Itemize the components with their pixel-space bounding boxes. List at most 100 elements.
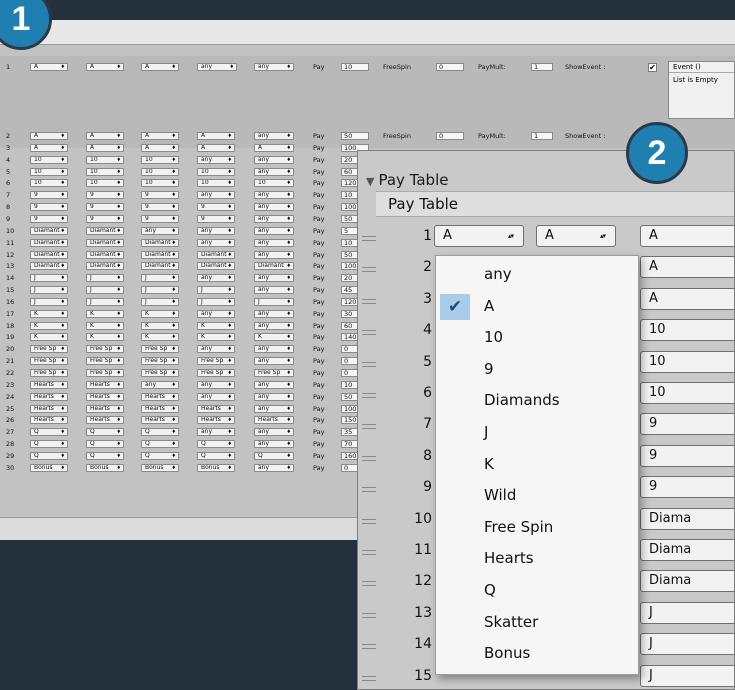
drag-handle-icon[interactable]	[362, 236, 376, 241]
symbol-select[interactable]: any	[197, 392, 235, 401]
symbol-select[interactable]: Free Sp	[254, 369, 294, 377]
symbol-dropdown[interactable]: A	[640, 256, 734, 279]
pay-table-foldout[interactable]: ▼ Pay Table	[366, 171, 448, 189]
symbol-select[interactable]: 9	[141, 191, 179, 200]
symbol-select[interactable]: Diamant	[197, 250, 235, 259]
symbol-select[interactable]: Diamant	[86, 238, 124, 247]
symbol-select[interactable]: any	[254, 404, 294, 413]
symbol-select[interactable]: any	[254, 463, 294, 472]
symbol-select[interactable]: Bonus	[197, 463, 235, 472]
drag-handle-icon[interactable]	[362, 518, 376, 524]
drag-handle-icon[interactable]	[362, 487, 376, 493]
symbol-select[interactable]: any	[197, 226, 235, 235]
symbol-select[interactable]: Diamant	[30, 262, 68, 271]
dropdown-option[interactable]: any	[436, 260, 638, 291]
symbol-select[interactable]: J	[197, 297, 235, 306]
symbol-select[interactable]: Diamant	[30, 250, 68, 259]
drag-handle-icon[interactable]	[362, 550, 376, 555]
symbol-select[interactable]: K	[141, 333, 179, 342]
symbol-select[interactable]: K	[86, 321, 124, 330]
paymult-field[interactable]: 1	[531, 132, 553, 140]
symbol-select[interactable]: K	[30, 309, 68, 318]
symbol-dropdown[interactable]: Diama	[640, 507, 734, 530]
symbol-dropdown[interactable]: A	[536, 225, 616, 247]
symbol-dropdown[interactable]: A	[434, 225, 524, 247]
dropdown-option[interactable]: Hearts	[436, 544, 638, 575]
symbol-select[interactable]: any	[197, 191, 235, 200]
symbol-select[interactable]: 9	[141, 203, 179, 212]
drag-handle-icon[interactable]	[362, 330, 376, 336]
symbol-select[interactable]: Q	[30, 440, 68, 449]
symbol-select[interactable]: any	[197, 63, 237, 71]
symbol-select[interactable]: Q	[141, 428, 179, 437]
symbol-dropdown[interactable]: 9	[640, 444, 734, 467]
freespin-field[interactable]: 0	[436, 132, 464, 140]
symbol-select[interactable]: A	[86, 143, 124, 152]
drag-handle-icon[interactable]	[362, 675, 376, 681]
symbol-select[interactable]: any	[254, 380, 294, 389]
dropdown-option[interactable]: Free Spin	[436, 513, 638, 544]
pay-field[interactable]: 50	[341, 132, 369, 140]
symbol-dropdown[interactable]: 10	[640, 319, 734, 342]
symbol-select[interactable]: any	[254, 155, 294, 164]
drag-handle-icon[interactable]	[362, 612, 376, 618]
symbol-select[interactable]: A	[86, 132, 124, 140]
symbol-select[interactable]: Diamant	[86, 250, 124, 259]
symbol-select[interactable]: any	[254, 274, 294, 283]
symbol-dropdown[interactable]: J	[640, 601, 734, 624]
symbol-select[interactable]: any	[197, 274, 235, 283]
symbol-select[interactable]: 9	[86, 214, 124, 223]
symbol-select[interactable]: Free Sp	[30, 345, 68, 354]
symbol-select[interactable]: Free Sp	[30, 357, 68, 366]
symbol-select[interactable]: Q	[197, 440, 235, 449]
symbol-select[interactable]: Q	[141, 451, 179, 460]
symbol-select[interactable]: Q	[197, 451, 235, 460]
symbol-select[interactable]: 9	[30, 191, 68, 200]
symbol-select[interactable]: 9	[30, 214, 68, 223]
symbol-select[interactable]: K	[86, 333, 124, 342]
symbol-select[interactable]: Q	[86, 428, 124, 437]
symbol-select[interactable]: 10	[30, 155, 68, 164]
symbol-select[interactable]: Diamant	[197, 262, 235, 271]
symbol-select[interactable]: any	[254, 63, 294, 71]
symbol-select[interactable]: A	[141, 143, 179, 152]
symbol-select[interactable]: Free Sp	[86, 345, 124, 354]
symbol-dropdown[interactable]: J	[640, 633, 734, 656]
symbol-select[interactable]: 10	[254, 179, 294, 188]
symbol-select[interactable]: any	[197, 380, 235, 389]
symbol-select[interactable]: J	[141, 297, 179, 306]
symbol-select[interactable]: 9	[141, 214, 179, 223]
symbol-select[interactable]: A	[30, 132, 68, 140]
symbol-select[interactable]: K	[141, 321, 179, 330]
symbol-select[interactable]: any	[254, 392, 294, 401]
symbol-select[interactable]: Diamant	[141, 250, 179, 259]
symbol-select[interactable]: Bonus	[141, 463, 179, 472]
dropdown-option[interactable]: J	[436, 418, 638, 449]
drag-handle-icon[interactable]	[362, 644, 376, 650]
symbol-select[interactable]: any	[254, 357, 294, 366]
symbol-select[interactable]: Free Sp	[30, 369, 68, 377]
symbol-select[interactable]: Hearts	[86, 416, 124, 425]
symbol-select[interactable]: Hearts	[86, 380, 124, 389]
symbol-select[interactable]: any	[254, 309, 294, 318]
symbol-select[interactable]: Hearts	[30, 380, 68, 389]
symbol-select[interactable]: J	[254, 297, 294, 306]
symbol-select[interactable]: Diamant	[254, 262, 294, 271]
dropdown-option[interactable]: 9	[436, 355, 638, 386]
symbol-select[interactable]: A	[197, 132, 235, 140]
dropdown-option[interactable]: K	[436, 450, 638, 481]
symbol-select[interactable]: any	[254, 167, 294, 176]
drag-handle-icon[interactable]	[362, 455, 376, 461]
symbol-dropdown[interactable]: 9	[640, 476, 734, 499]
symbol-select[interactable]: Free Sp	[141, 345, 179, 354]
dropdown-option[interactable]: 10	[436, 323, 638, 354]
drag-handle-icon[interactable]	[362, 581, 376, 587]
symbol-select[interactable]: J	[86, 286, 124, 295]
symbol-select[interactable]: any	[254, 440, 294, 449]
symbol-select[interactable]: K	[254, 333, 294, 342]
symbol-select[interactable]: 9	[197, 203, 235, 212]
symbol-select[interactable]: Hearts	[86, 392, 124, 401]
symbol-select[interactable]: Q	[254, 451, 294, 460]
symbol-dropdown[interactable]: A	[640, 287, 734, 310]
symbol-select[interactable]: A	[30, 143, 68, 152]
